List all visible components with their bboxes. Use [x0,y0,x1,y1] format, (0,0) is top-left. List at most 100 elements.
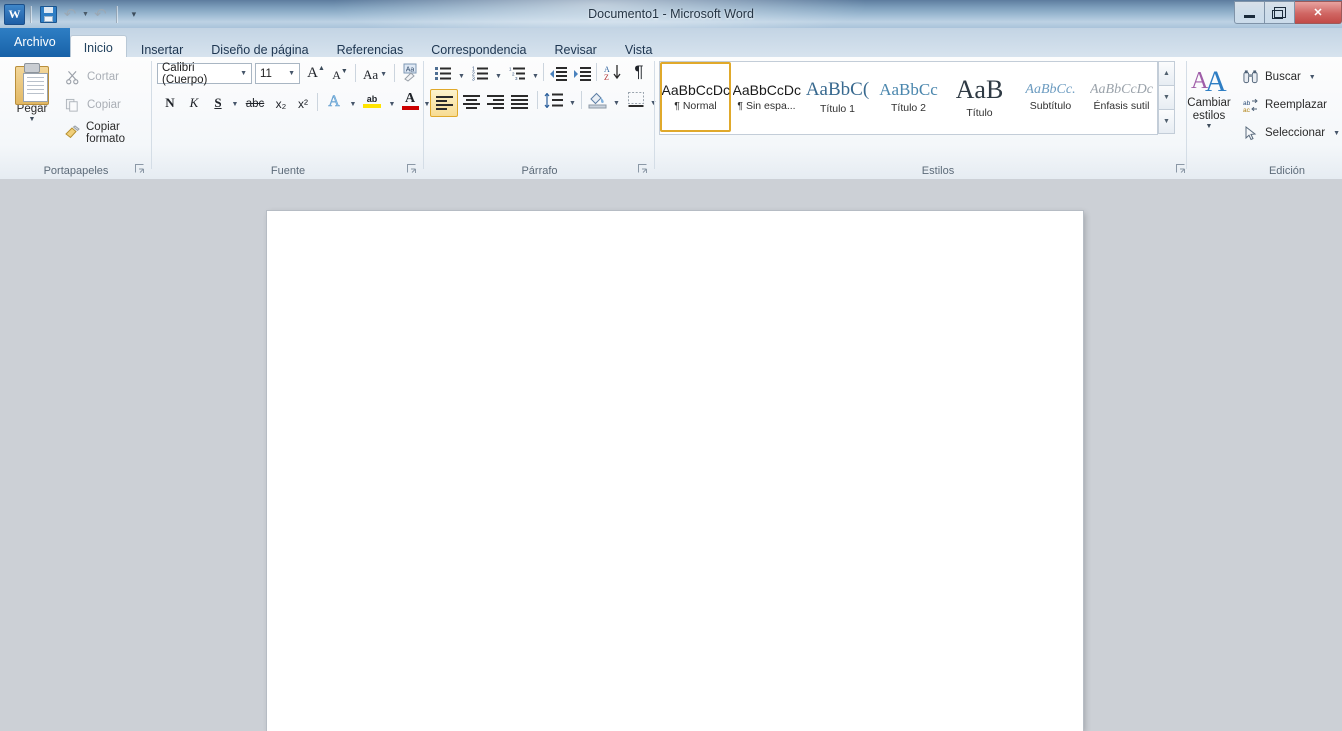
style-enfasis-sutil[interactable]: AaBbCcDc Énfasis sutil [1086,62,1157,132]
decrease-indent-button[interactable] [547,62,569,85]
style-preview: AaB [956,75,1004,105]
line-spacing-dropdown-icon[interactable]: ▼ [565,92,578,115]
font-color-button[interactable]: A [398,89,422,112]
group-portapapeles: Pegar ▼ Cortar [0,57,152,179]
font-size-dropdown-icon[interactable]: ▼ [288,70,295,77]
styles-scroll-down-button[interactable]: ▼ [1158,85,1175,110]
justify-icon [511,95,528,109]
font-divider [355,64,356,82]
multilevel-dropdown-icon[interactable]: ▼ [528,65,541,88]
font-name-input[interactable]: Calibri (Cuerpo) ▼ [157,63,252,84]
paragraph-divider-2 [596,63,597,81]
text-effects-dropdown-icon[interactable]: ▼ [345,93,359,116]
font-divider-2 [394,64,395,82]
close-icon: ✕ [1313,6,1322,19]
cut-label: Cortar [87,71,119,83]
styles-gallery-scrollbar[interactable]: ▲ ▼ ▼ [1158,61,1175,133]
shrink-font-button[interactable]: A ▼ [328,64,352,87]
close-button[interactable]: ✕ [1295,1,1342,24]
style-sin-espaciado[interactable]: AaBbCcDc ¶ Sin espa... [731,62,802,132]
increase-indent-button[interactable] [571,62,593,85]
document-text-body[interactable] [267,211,1083,323]
group-edicion: Buscar ▼ ab ac Reemplazar [1232,57,1342,179]
line-spacing-button[interactable] [541,89,565,112]
change-styles-icon: A A [1180,61,1238,97]
copy-button[interactable]: Copiar [60,91,150,119]
clear-formatting-button[interactable]: Aa [398,61,422,85]
paragraph-divider-3 [537,91,538,109]
style-normal[interactable]: AaBbCcDc ¶ Normal [660,62,731,132]
font-name-dropdown-icon[interactable]: ▼ [240,70,247,77]
style-label: ¶ Normal [674,100,716,112]
strikethrough-button[interactable]: abc [242,92,268,115]
style-titulo[interactable]: AaB Título [944,62,1015,132]
highlight-color-bar [363,104,381,108]
borders-button[interactable] [624,88,648,111]
align-right-button[interactable] [482,89,508,115]
group-parrafo: ▼ 1 2 3 ▼ 1 2 3 ▼ [424,57,655,179]
clipboard-dialog-launcher[interactable] [135,164,146,175]
group-estilos: AaBbCcDc ¶ Normal AaBbCcDc ¶ Sin espa...… [655,57,1242,179]
align-right-icon [487,95,504,109]
cursor-arrow-icon [1242,125,1259,142]
find-button[interactable]: Buscar ▼ [1238,63,1342,91]
change-styles-dropdown-icon[interactable]: ▼ [1180,123,1238,131]
shading-dropdown-icon[interactable]: ▼ [609,92,622,115]
paint-bucket-icon [588,91,607,109]
shading-button[interactable] [585,88,609,111]
style-titulo-1[interactable]: AaBbC( Título 1 [802,62,873,132]
numbering-button[interactable]: 1 2 3 [469,62,491,85]
minimize-button[interactable] [1234,1,1265,24]
align-center-button[interactable] [458,89,484,115]
align-left-button[interactable] [430,89,458,117]
highlight-button[interactable]: ab [359,90,385,113]
line-spacing-icon [544,93,563,108]
tab-archivo[interactable]: Archivo [0,28,70,57]
bullets-dropdown-icon[interactable]: ▼ [454,65,467,88]
minimize-icon [1244,15,1255,18]
clear-formatting-icon: Aa [400,62,420,85]
style-preview: AaBbCcDc [1090,82,1153,98]
select-dropdown-icon[interactable]: ▼ [1333,130,1340,137]
underline-button[interactable]: S [207,91,229,114]
highlight-dropdown-icon[interactable]: ▼ [384,93,398,116]
style-preview: AaBbC( [806,79,869,101]
style-subtitulo[interactable]: AaBbCc. Subtítulo [1015,62,1086,132]
replace-button[interactable]: ab ac Reemplazar [1238,91,1342,119]
change-case-button[interactable]: Aa ▼ [359,63,391,86]
chevron-down-icon: ▼ [1163,94,1170,101]
numbering-dropdown-icon[interactable]: ▼ [491,65,504,88]
select-button[interactable]: Seleccionar ▼ [1238,119,1342,147]
window-controls: ✕ [1234,0,1342,26]
show-formatting-marks-button[interactable]: ¶ [628,60,650,83]
scissors-icon [64,69,81,86]
change-styles-button[interactable]: A A Cambiar estilos ▼ [1180,61,1238,131]
styles-scroll-up-button[interactable]: ▲ [1158,61,1175,86]
styles-more-button[interactable]: ▼ [1158,109,1175,134]
paragraph-dialog-launcher[interactable] [638,164,649,175]
subscript-button[interactable]: x₂ [270,92,292,115]
select-label: Seleccionar [1265,127,1325,139]
underline-dropdown-icon[interactable]: ▼ [227,93,241,116]
cut-button[interactable]: Cortar [60,63,150,91]
find-dropdown-icon[interactable]: ▼ [1309,74,1316,81]
italic-button[interactable]: K [183,91,205,114]
paste-dropdown-icon[interactable]: ▼ [8,116,56,123]
bullets-button[interactable] [432,62,454,85]
paste-button[interactable]: Pegar ▼ [8,61,56,123]
justify-button[interactable] [506,89,532,115]
group-fuente: Calibri (Cuerpo) ▼ 11 ▼ A ▲ A ▼ Aa [152,57,424,179]
style-label: ¶ Sin espa... [737,100,795,112]
grow-font-button[interactable]: A ▲ [304,62,328,85]
bold-button[interactable]: N [159,91,181,114]
document-page[interactable] [267,211,1083,731]
sort-button[interactable]: A Z [600,61,626,84]
font-dialog-launcher[interactable] [407,164,418,175]
multilevel-list-button[interactable]: 1 2 3 [506,62,528,85]
style-titulo-2[interactable]: AaBbCc Título 2 [873,62,944,132]
superscript-button[interactable]: x² [292,92,314,115]
text-effects-button[interactable]: A [322,90,346,113]
restore-button[interactable] [1265,1,1295,24]
format-painter-button[interactable]: Copiar formato [60,119,150,147]
font-size-input[interactable]: 11 ▼ [255,63,300,84]
